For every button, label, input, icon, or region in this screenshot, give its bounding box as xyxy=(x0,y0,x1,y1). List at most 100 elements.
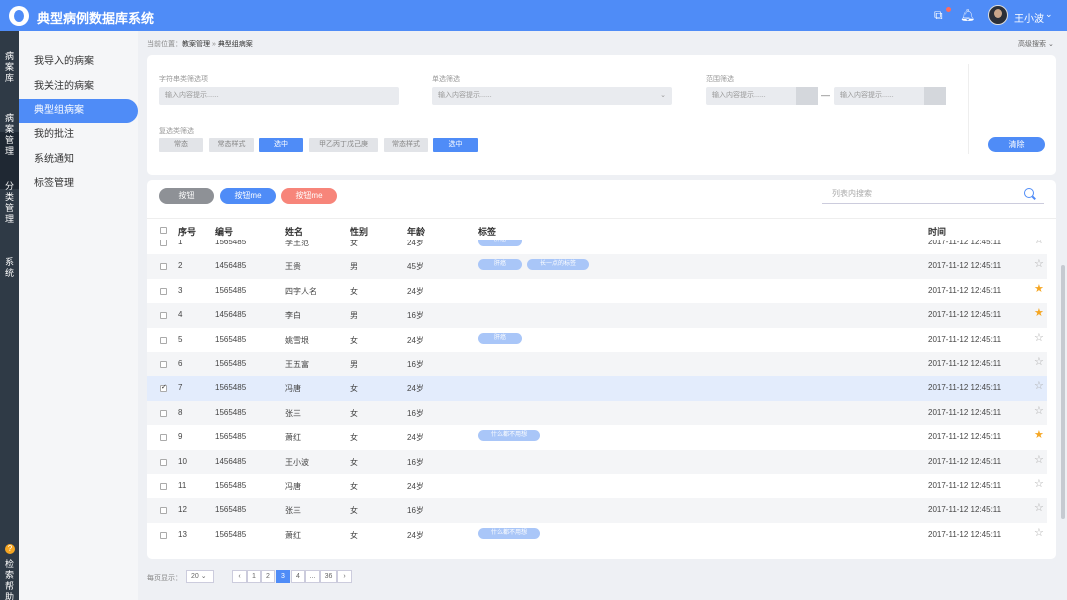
tag-badge[interactable]: 什么都不用想 xyxy=(478,527,540,539)
row-checkbox[interactable] xyxy=(160,312,167,320)
page-link[interactable]: 4 xyxy=(291,570,305,583)
row-checkbox[interactable] xyxy=(160,409,167,417)
cell-time: 2017-11-12 12:45:11 xyxy=(928,383,1002,393)
row-checkbox[interactable] xyxy=(160,361,167,368)
row-checkbox[interactable] xyxy=(160,263,167,271)
col-name[interactable]: 姓名 xyxy=(285,225,303,238)
submenu-item-tags[interactable]: 标签管理 xyxy=(19,172,138,196)
star-icon[interactable]: ★ xyxy=(1034,306,1044,319)
tag-badge[interactable]: 长一点的标签 xyxy=(527,259,589,271)
submenu-item-typical[interactable]: 典型组病案 xyxy=(19,99,138,123)
star-icon[interactable]: ☆ xyxy=(1034,404,1044,417)
multi-option[interactable]: 常态 xyxy=(159,138,203,152)
multi-option-selected[interactable]: 选中 xyxy=(433,138,478,152)
breadcrumb-parent[interactable]: 教案管理 xyxy=(182,41,210,48)
button-primary[interactable]: 按钮me xyxy=(220,188,276,204)
rail-item-help[interactable]: 检索帮助 xyxy=(0,559,19,600)
submenu-item-followed[interactable]: 我关注的病案 xyxy=(19,75,138,99)
per-page-select[interactable]: 20 ⌄ xyxy=(186,570,214,583)
star-icon[interactable]: ★ xyxy=(1034,282,1044,295)
row-checkbox[interactable] xyxy=(160,507,167,515)
table-row[interactable]: 1 1565485 李王范 女 24岁 2017-11-12 12:45:11 肝癌 ☆ xyxy=(147,240,1047,255)
table-row[interactable]: 7 1565485 冯唐 女 24岁 2017-11-12 12:45:11 ☆ xyxy=(147,376,1047,401)
submenu-item-annotations[interactable]: 我的批注 xyxy=(19,123,138,147)
search-icon[interactable] xyxy=(1024,188,1034,198)
row-checkbox[interactable] xyxy=(160,434,167,442)
next-page-button[interactable]: › xyxy=(337,570,352,583)
clear-button[interactable]: 清除 xyxy=(988,137,1045,152)
star-icon[interactable]: ☆ xyxy=(1034,355,1044,368)
col-tags[interactable]: 标签 xyxy=(478,225,496,238)
table-search-input[interactable]: 列表内搜索 xyxy=(822,184,1044,204)
row-checkbox[interactable] xyxy=(160,383,167,393)
button-default[interactable]: 按钮 xyxy=(159,188,214,204)
submenu-item-notifications[interactable]: 系统通知 xyxy=(19,148,138,172)
col-id[interactable]: 编号 xyxy=(215,225,233,238)
select-all-checkbox[interactable] xyxy=(160,227,167,234)
row-checkbox[interactable] xyxy=(160,458,167,466)
star-icon[interactable]: ☆ xyxy=(1034,526,1044,539)
star-icon[interactable]: ☆ xyxy=(1034,331,1044,344)
avatar[interactable] xyxy=(988,5,1008,25)
page-link[interactable]: 2 xyxy=(261,570,275,583)
table-row[interactable]: 8 1565485 张三 女 16岁 2017-11-12 12:45:11 ☆ xyxy=(147,400,1047,426)
star-icon[interactable]: ★ xyxy=(1034,428,1044,441)
multi-option-selected[interactable]: 选中 xyxy=(259,138,303,152)
table-row[interactable]: 9 1565485 萧红 女 24岁 2017-11-12 12:45:11 什么都不用想 ★ xyxy=(147,425,1047,450)
row-checkbox[interactable] xyxy=(160,240,167,246)
col-no[interactable]: 序号 xyxy=(178,225,196,238)
star-icon[interactable]: ☆ xyxy=(1034,379,1044,392)
range-from-input[interactable]: 输入内容提示...... xyxy=(706,87,818,105)
star-icon[interactable]: ☆ xyxy=(1034,477,1044,490)
table-row[interactable]: 3 1565485 四字人名 女 24岁 2017-11-12 12:45:11 ★ xyxy=(147,278,1047,304)
multi-option[interactable]: 常态样式 xyxy=(209,138,254,152)
multi-option[interactable]: 甲乙丙丁戊己庚 xyxy=(309,138,378,152)
star-icon[interactable]: ☆ xyxy=(1034,240,1044,246)
chevron-down-icon[interactable]: ⌄ xyxy=(1045,9,1053,20)
table-row[interactable]: 5 1565485 姚雪垠 女 24岁 2017-11-12 12:45:11 肝癌 ☆ xyxy=(147,327,1047,352)
table-row[interactable]: 10 1456485 王小波 女 16岁 2017-11-12 12:45:11 ☆ xyxy=(147,449,1047,474)
text-filter-input[interactable]: 输入内容提示...... xyxy=(159,87,399,105)
rail-item-case-management[interactable]: 病案管理 xyxy=(0,113,19,157)
page-link[interactable]: 36 xyxy=(320,570,337,583)
single-filter-select[interactable]: 输入内容提示...... ⌄ xyxy=(432,87,672,105)
tag-badge[interactable]: 肝癌 xyxy=(478,240,522,246)
cell-age: 16岁 xyxy=(407,457,424,467)
page-link-current[interactable]: 3 xyxy=(276,570,290,583)
rail-item-case-library[interactable]: 病案库 xyxy=(0,51,19,84)
row-checkbox[interactable] xyxy=(160,531,167,539)
table-row[interactable]: 4 1456485 李白 男 16岁 2017-11-12 12:45:11 ★ xyxy=(147,303,1047,328)
row-checkbox[interactable] xyxy=(160,287,167,295)
col-age[interactable]: 年龄 xyxy=(407,225,425,238)
table-row[interactable]: 12 1565485 张三 女 16岁 2017-11-12 12:45:11 ☆ xyxy=(147,498,1047,523)
table-row[interactable]: 2 1456485 王贵 男 45岁 2017-11-12 12:45:11 肝癌 长一点的标… xyxy=(147,254,1047,279)
bell-icon[interactable]: 🔔︎ xyxy=(960,8,975,22)
star-icon[interactable]: ☆ xyxy=(1034,501,1044,514)
col-time[interactable]: 时间 xyxy=(928,225,946,238)
tag-badge[interactable]: 什么都不用想 xyxy=(478,430,540,442)
row-checkbox[interactable] xyxy=(160,336,167,344)
row-checkbox[interactable] xyxy=(160,483,167,490)
range-to-input[interactable]: 输入内容提示...... xyxy=(834,87,946,105)
table-row[interactable]: 6 1565485 王五富 男 16岁 2017-11-12 12:45:11 ☆ xyxy=(147,352,1047,377)
star-icon[interactable]: ☆ xyxy=(1034,257,1044,270)
user-name[interactable]: 王小波 xyxy=(1014,10,1044,25)
col-sex[interactable]: 性别 xyxy=(350,225,368,238)
table-row[interactable]: 13 1565485 萧红 女 24岁 2017-11-12 12:45:11 什么都不用想… xyxy=(147,522,1047,548)
tag-badge[interactable]: 肝癌 xyxy=(478,259,522,271)
prev-page-button[interactable]: ‹ xyxy=(232,570,247,583)
tag-badge[interactable]: 肝癌 xyxy=(478,332,522,344)
submenu-item-imported[interactable]: 我导入的病案 xyxy=(19,50,138,74)
multi-option[interactable]: 常态样式 xyxy=(384,138,428,152)
scrollbar[interactable] xyxy=(1061,265,1065,519)
advanced-search-toggle[interactable]: 高级搜索 ⌄ xyxy=(1018,39,1054,49)
cell-id: 1456485 xyxy=(215,261,247,271)
help-icon[interactable]: ? xyxy=(5,544,15,554)
page-link[interactable]: 1 xyxy=(247,570,261,583)
table-row[interactable]: 11 1565485 冯唐 女 24岁 2017-11-12 12:45:11 ☆ xyxy=(147,474,1047,499)
button-danger[interactable]: 按钮me xyxy=(281,188,337,204)
star-icon[interactable]: ☆ xyxy=(1034,453,1044,466)
cell-sex: 女 xyxy=(350,457,358,467)
rail-item-category-management[interactable]: 分类管理 xyxy=(0,181,19,225)
rail-item-system[interactable]: 系统 xyxy=(0,257,19,279)
